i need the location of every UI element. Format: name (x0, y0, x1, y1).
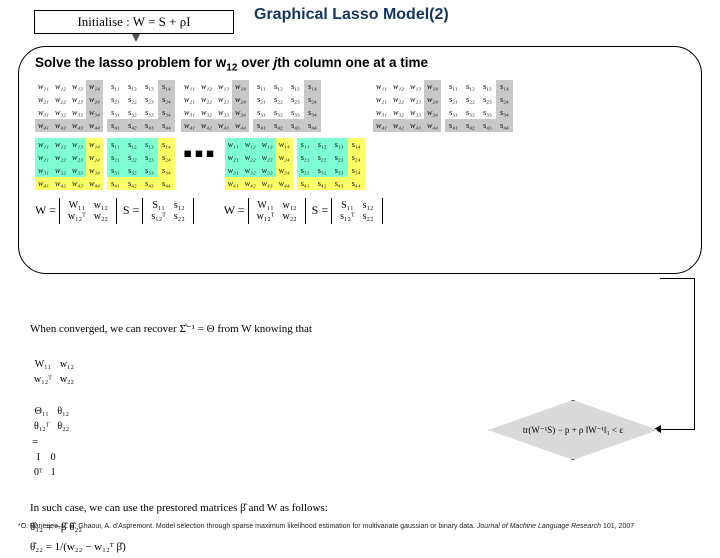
matrix-row-top: w₁₁w₁₂w₁₃w₁₄ w₂₁w₂₂w₂₃w₂₄ w₃₁w₃₂w₃₃w₃₄ w… (35, 80, 685, 132)
W-mat-5: w₁₁w₁₂w₁₃w₁₄ w₂₁w₂₂w₂₃w₂₄ w₃₁w₃₂w₃₃w₃₄ w… (225, 138, 293, 190)
connector-h-top (660, 278, 694, 279)
W-mat-1: w₁₁w₁₂w₁₃w₁₄ w₂₁w₂₂w₂₃w₂₄ w₃₁w₃₂w₃₃w₃₄ w… (35, 80, 103, 132)
connector-v (694, 278, 695, 430)
wspair-3: w₁₁w₁₂w₁₃w₁₄ w₂₁w₂₂w₂₃w₂₄ w₃₁w₃₂w₃₃w₃₄ w… (373, 80, 513, 132)
t3: over (237, 55, 273, 70)
cite-post: 101, 2007 (601, 523, 634, 530)
S-mat-5: s₁₁s₁₂s₁₃s₁₄ s₂₁s₂₂s₂₃s₂₄ s₃₁s₃₂s₃₃s₃₄ s… (297, 138, 365, 190)
wspair-2: w₁₁w₁₂w₁₃w₁₄ w₂₁w₂₂w₂₃w₂₄ w₃₁w₃₂w₃₃w₃₄ w… (181, 80, 321, 132)
arrow-down-icon (132, 34, 140, 42)
diamond-formula: tr(W⁻¹S) − p + ρ ‖W⁻¹‖₁ < ε (513, 425, 633, 436)
S-mat-2: s₁₁s₁₂s₁₃s₁₄ s₂₁s₂₂s₂₃s₂₄ s₃₁s₃₂s₃₃s₃₄ s… (253, 80, 321, 132)
connector-h-bottom (658, 429, 694, 430)
conv-line1: When converged, we can recover Σ̂⁻¹ = Θ … (30, 321, 430, 338)
S-mat-3: s₁₁s₁₂s₁₃s₁₄ s₂₁s₂₂s₂₃s₂₄ s₃₁s₃₂s₃₃s₃₄ s… (445, 80, 513, 132)
conv-line2: In such case, we can use the prestored m… (30, 500, 430, 517)
W-mat-2: w₁₁w₁₂w₁₃w₁₄ w₂₁w₂₂w₂₃w₂₄ w₃₁w₃₂w₃₃w₃₄ w… (181, 80, 249, 132)
W-mat-3: w₁₁w₁₂w₁₃w₁₄ w₂₁w₂₂w₂₃w₂₄ w₃₁w₃₂w₃₃w₃₄ w… (373, 80, 441, 132)
cite-pre: *O. Banerjee, L. E. Ghaoui, A. d'Aspremo… (18, 523, 477, 530)
init-formula: Initialise : W = S + ρI (77, 14, 190, 30)
t2: 12 (226, 63, 237, 74)
matrix-row-bottom: w₁₁w₁₂w₁₃w₁₄ w₂₁w₂₂w₂₃w₂₄ w₃₁w₃₂w₃₃w₃₄ w… (35, 138, 685, 190)
theta22-eq: θ̂₂₂ = 1/(w₂₂ − w₁₂ᵀ β̂) (30, 539, 430, 556)
t5: th column one at a time (277, 55, 428, 70)
citation-footer: *O. Banerjee, L. E. Ghaoui, A. d'Aspremo… (18, 523, 634, 530)
S-mat-1: s₁₁s₁₂s₁₃s₁₄ s₂₁s₂₂s₂₃s₂₄ s₃₁s₃₂s₃₃s₃₄ s… (107, 80, 175, 132)
wspair-1: w₁₁w₁₂w₁₃w₁₄ w₂₁w₂₂w₂₃w₂₄ w₃₁w₃₂w₃₃w₃₄ w… (35, 80, 175, 132)
S-mat-4: s₁₁s₁₂s₁₃s₁₄ s₂₁s₂₂s₂₃s₂₄ s₃₁s₃₂s₃₃s₃₄ s… (107, 138, 175, 190)
convergence-diamond: tr(W⁻¹S) − p + ρ ‖W⁻¹‖₁ < ε (488, 400, 658, 460)
W-mat-4: w₁₁w₁₂w₁₃w₁₄ w₂₁w₂₂w₂₃w₂₄ w₃₁w₃₂w₃₃w₃₄ w… (35, 138, 103, 190)
block-matrix-eqs: W = W₁₁w₁₂w₁₂ᵀw₂₂ S = S₁₁s₁₂s₁₂ᵀs₂₂ W = … (35, 198, 685, 224)
t1: Solve the lasso problem for w (35, 55, 226, 70)
page-title: Graphical Lasso Model(2) (254, 6, 449, 24)
eq-W2: W = W₁₁w₁₂w₁₂ᵀw₂₂ S = S₁₁s₁₂s₁₂ᵀs₂₂ (224, 198, 383, 224)
eq-W1: W = W₁₁w₁₂w₁₂ᵀw₂₂ S = S₁₁s₁₂s₁₂ᵀs₂₂ (35, 198, 194, 224)
solve-panel: Solve the lasso problem for w12 over jth… (18, 46, 702, 274)
wspair-5: w₁₁w₁₂w₁₃w₁₄ w₂₁w₂₂w₂₃w₂₄ w₃₁w₃₂w₃₃w₃₄ w… (225, 138, 365, 190)
convergence-block: When converged, we can recover Σ̂⁻¹ = Θ … (30, 318, 430, 558)
wspair-4: w₁₁w₁₂w₁₃w₁₄ w₂₁w₂₂w₂₃w₂₄ w₃₁w₃₂w₃₃w₃₄ w… (35, 138, 175, 190)
ellipsis-icon: ▪▪▪ (183, 138, 217, 169)
panel-heading: Solve the lasso problem for w12 over jth… (35, 55, 685, 74)
cite-journal: Journal of Machine Language Research (477, 523, 601, 530)
conv-bmatrices: W₁₁w₁₂w₁₂ᵀw₂₂ Θ₁₁θ₁₂θ₁₂ᵀθ₂₂ = I00ᵀ1 (30, 341, 430, 497)
init-box: Initialise : W = S + ρI (34, 10, 234, 34)
